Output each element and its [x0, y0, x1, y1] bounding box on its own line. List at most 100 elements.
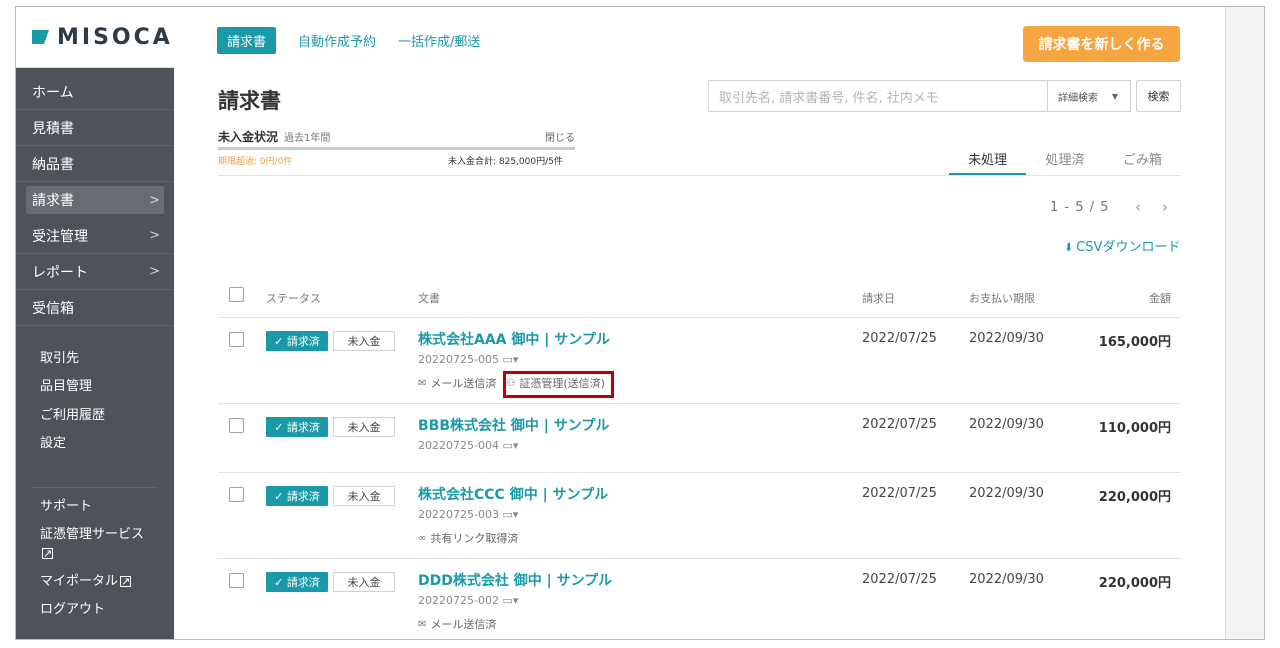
link-icon: ∞	[418, 532, 427, 544]
sub-nav: 取引先 品目管理 ご利用履歴 設定	[16, 326, 174, 456]
status-badge-unpaid[interactable]: 未入金	[333, 331, 395, 351]
sidebar-item-reports[interactable]: レポート >	[16, 254, 174, 290]
sidebar-item-logout[interactable]: ログアウト	[16, 600, 174, 619]
shared-link-label: 共有リンク取得済	[430, 532, 519, 545]
chevron-right-icon: >	[149, 228, 160, 243]
logo[interactable]: MISOCA	[16, 7, 174, 68]
sidebar-item-settings[interactable]: 設定	[16, 428, 174, 457]
app-window: MISOCA ホーム 見積書 納品書 請求書 > 受注管理 > レポート > 受信箱 …	[15, 6, 1265, 640]
billing-date: 2022/07/25	[862, 417, 937, 432]
page-title: 請求書	[218, 89, 281, 113]
chevron-right-icon: >	[149, 264, 160, 279]
sidebar-item-label: 受注管理	[32, 228, 88, 245]
unpaid-title-text: 未入金状況	[218, 130, 279, 144]
download-icon: ⬇	[1064, 241, 1074, 254]
sidebar-item-invoices[interactable]: 請求書 >	[26, 186, 164, 214]
sidebar-item-orders[interactable]: 受注管理 >	[16, 218, 174, 254]
sidebar-item-quotes[interactable]: 見積書	[16, 110, 174, 146]
status-badge-billed: ✓ 請求済	[266, 486, 328, 506]
tab-processed[interactable]: 処理済	[1026, 146, 1103, 175]
new-invoice-button[interactable]: 請求書を新しく作る	[1023, 26, 1180, 62]
sidebar-item-usage-history[interactable]: ご利用履歴	[16, 399, 174, 428]
status-badge-unpaid[interactable]: 未入金	[333, 572, 395, 592]
sidebar-item-voucher-service[interactable]: 証憑管理サービス ↗	[16, 525, 174, 563]
row-checkbox[interactable]	[229, 487, 244, 502]
csv-label: CSVダウンロード	[1076, 240, 1181, 255]
close-summary-link[interactable]: 閉じる	[545, 129, 575, 144]
external-link-icon: ↗	[42, 547, 53, 560]
document-number[interactable]: 20220725-004 ▭▾	[418, 439, 518, 452]
sidebar-item-label: レポート	[32, 264, 88, 281]
advanced-search-label: 詳細検索	[1058, 92, 1098, 104]
bottom-nav: サポート 証憑管理サービス ↗ マイポータル ↗ ログアウト	[16, 497, 174, 628]
sidebar-item-label: 見積書	[32, 120, 74, 137]
tab-unprocessed[interactable]: 未処理	[949, 146, 1027, 175]
row-checkbox[interactable]	[229, 418, 244, 433]
search-input[interactable]: 取引先名, 請求書番号, 件名, 社内メモ	[708, 80, 1048, 112]
due-date: 2022/09/30	[969, 486, 1044, 501]
status-badge-billed: ✓ 請求済	[266, 417, 328, 437]
search-button[interactable]: 検索	[1136, 80, 1181, 112]
table-row[interactable]: ✓ 請求済 未入金 株式会社CCC 御中 | サンプル 20220725-003…	[218, 473, 1181, 559]
highlight-box	[503, 371, 614, 398]
document-title-link[interactable]: DDD株式会社 御中 | サンプル	[418, 570, 612, 590]
tab-trash[interactable]: ごみ箱	[1104, 146, 1181, 175]
sidebar-item-label: 証憑管理サービス	[40, 527, 145, 542]
row-checkbox[interactable]	[229, 573, 244, 588]
csv-download-link[interactable]: ⬇ CSVダウンロード	[1064, 236, 1180, 255]
sidebar-item-my-portal[interactable]: マイポータル ↗	[16, 572, 174, 591]
sidebar-item-label: マイポータル	[40, 574, 119, 589]
sidebar-item-products[interactable]: 品目管理	[16, 371, 174, 400]
document-number[interactable]: 20220725-002 ▭▾	[418, 594, 518, 607]
sidebar-item-label: サポート	[40, 499, 93, 514]
column-header-billing-date: 請求日	[862, 292, 895, 305]
sidebar-item-support[interactable]: サポート	[16, 497, 174, 516]
sidebar-item-label: 納品書	[32, 156, 74, 173]
top-tabs: 請求書 自動作成予約 一括作成/郵送	[217, 27, 480, 54]
column-header-amount: 金額	[1149, 292, 1171, 305]
document-title-link[interactable]: 株式会社CCC 御中 | サンプル	[418, 484, 608, 504]
amount: 110,000円	[1098, 421, 1171, 436]
status-badge-unpaid[interactable]: 未入金	[333, 417, 395, 437]
select-all-checkbox[interactable]	[229, 287, 244, 302]
row-checkbox[interactable]	[229, 332, 244, 347]
advanced-search-dropdown[interactable]: 詳細検索 ▼	[1047, 80, 1131, 112]
sidebar-item-label: 請求書	[32, 193, 74, 209]
sidebar-item-home[interactable]: ホーム	[16, 74, 174, 110]
billing-date: 2022/07/25	[862, 331, 937, 346]
due-date: 2022/09/30	[969, 572, 1044, 587]
header-divider	[218, 175, 949, 176]
mail-icon: ✉	[418, 377, 427, 389]
mail-icon: ✉	[418, 618, 427, 630]
chevron-right-icon[interactable]: ›	[1162, 198, 1168, 216]
document-number[interactable]: 20220725-003 ▭▾	[418, 508, 518, 521]
sidebar: MISOCA ホーム 見積書 納品書 請求書 > 受注管理 > レポート > 受信箱 …	[16, 7, 174, 639]
right-gutter	[1225, 7, 1264, 639]
table-row[interactable]: ✓ 請求済 未入金 BBB株式会社 御中 | サンプル 20220725-004…	[218, 404, 1181, 473]
chevron-right-icon: >	[149, 192, 160, 208]
document-title-link[interactable]: 株式会社AAA 御中 | サンプル	[418, 329, 610, 349]
document-title-link[interactable]: BBB株式会社 御中 | サンプル	[418, 415, 609, 435]
logo-text: MISOCA	[57, 24, 173, 50]
chevron-left-icon[interactable]: ‹	[1135, 198, 1141, 216]
unpaid-total: 未入金合計: 825,000円/5件	[448, 157, 563, 167]
pagination-range: 1 - 5 / 5	[1050, 200, 1110, 215]
table-row[interactable]: ✓ 請求済 未入金 DDD株式会社 御中 | サンプル 20220725-002…	[218, 559, 1181, 639]
sidebar-item-clients[interactable]: 取引先	[16, 342, 174, 371]
tab-auto-create[interactable]: 自動作成予約	[298, 31, 376, 50]
tab-bulk-create[interactable]: 一括作成/郵送	[398, 31, 480, 50]
main-content: 請求書 自動作成予約 一括作成/郵送 請求書を新しく作る 請求書 取引先名, 請…	[174, 7, 1225, 639]
status-badge-unpaid[interactable]: 未入金	[333, 486, 395, 506]
document-number[interactable]: 20220725-005 ▭▾	[418, 353, 518, 366]
table-row[interactable]: ✓ 請求済 未入金 株式会社AAA 御中 | サンプル 20220725-005…	[218, 318, 1181, 404]
billing-date: 2022/07/25	[862, 486, 937, 501]
due-date: 2022/09/30	[969, 417, 1044, 432]
column-header-status: ステータス	[266, 292, 321, 305]
tab-invoices[interactable]: 請求書	[217, 27, 277, 54]
sidebar-divider	[32, 487, 158, 488]
status-badge-billed: ✓ 請求済	[266, 331, 328, 351]
column-header-document: 文書	[418, 292, 440, 305]
sidebar-item-delivery-notes[interactable]: 納品書	[16, 146, 174, 182]
sidebar-item-inbox[interactable]: 受信箱	[16, 290, 174, 326]
mail-sent-label: メール送信済	[430, 618, 497, 631]
